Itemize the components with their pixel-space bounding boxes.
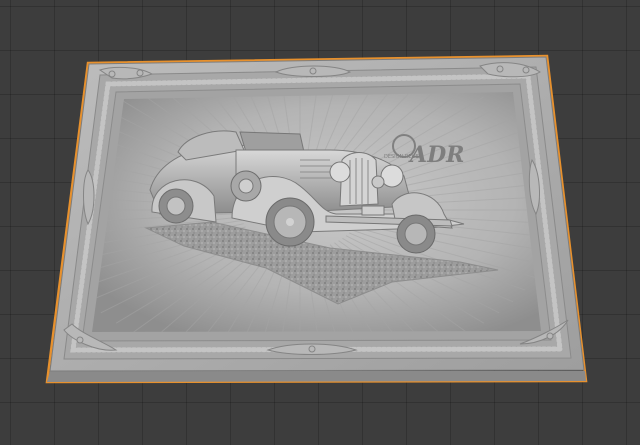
viewport-scene: ADR DESIGN RELIEF (45, 54, 588, 384)
front-left-wheel (265, 197, 315, 247)
emblem-subtext: DESIGN RELIEF (384, 154, 422, 160)
plate-side (47, 371, 586, 382)
front-right-wheel (396, 214, 436, 254)
rear-wheel (158, 188, 194, 224)
spare-wheel (230, 170, 262, 202)
3d-viewport[interactable]: ADR DESIGN RELIEF (0, 0, 640, 445)
